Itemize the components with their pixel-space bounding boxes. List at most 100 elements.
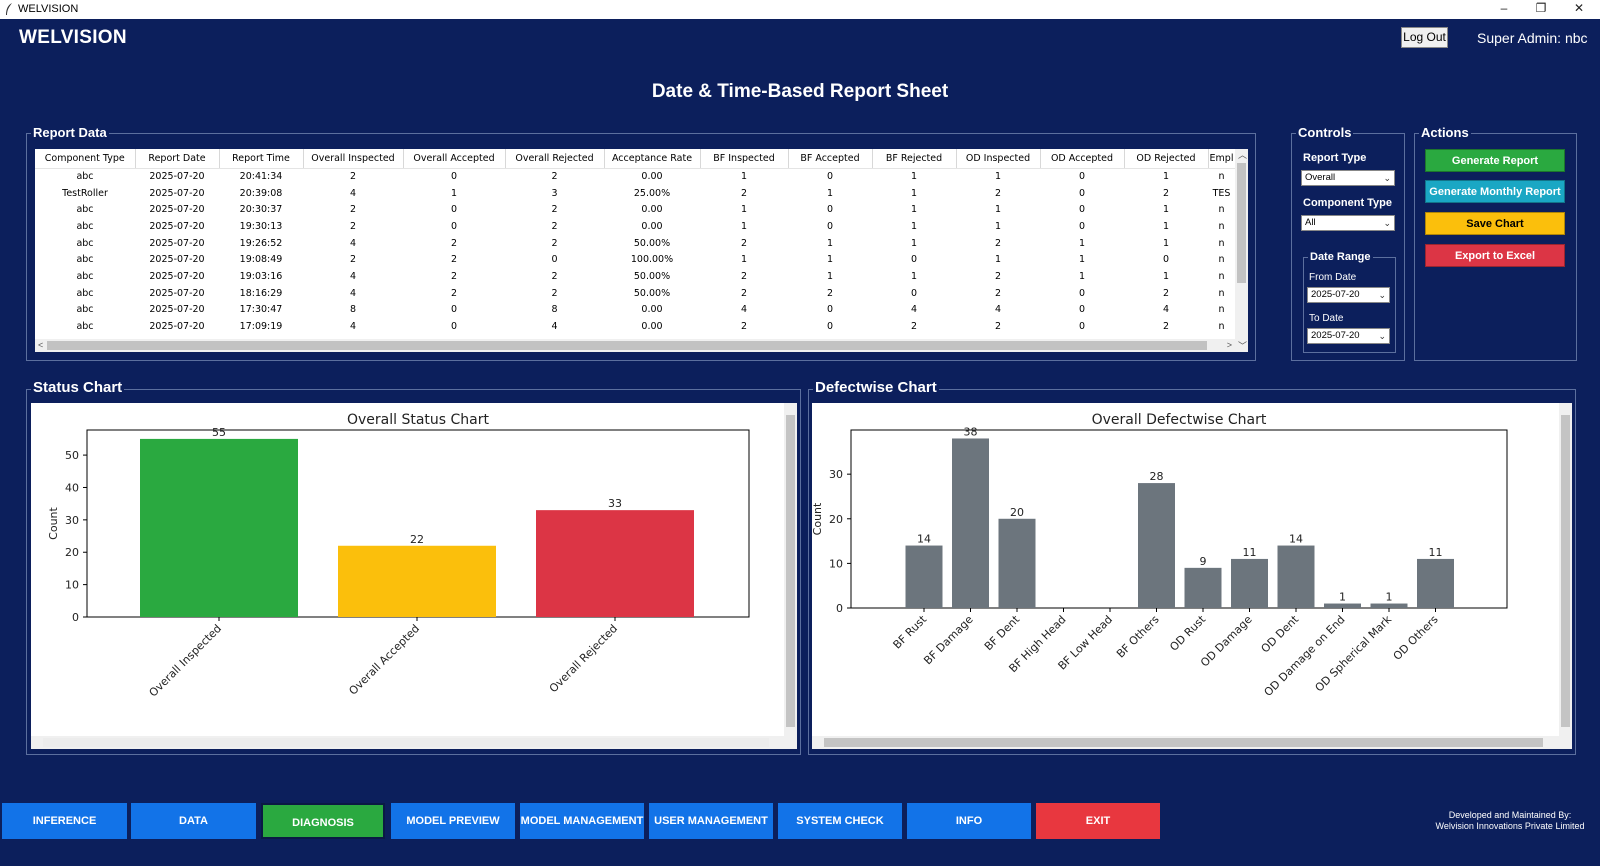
table-cell: 2025-07-20 [149, 237, 205, 249]
nav-button-model-management[interactable]: MODEL MANAGEMENT [520, 803, 644, 839]
generate-monthly-report-button[interactable]: Generate Monthly Report [1425, 180, 1565, 203]
column-header[interactable]: Component Type [35, 149, 136, 169]
table-cell: n [1218, 254, 1225, 266]
table-cell: 1 [740, 204, 748, 216]
x-tick-label: Overall Inspected [147, 622, 225, 700]
table-cell: 2025-07-20 [149, 270, 205, 282]
column-header[interactable]: Overall Rejected [505, 149, 605, 169]
table-cell: abc [76, 304, 94, 316]
logout-button[interactable]: Log Out [1401, 27, 1448, 48]
component-type-label: Component Type [1303, 197, 1393, 209]
column-header[interactable]: OD Inspected [956, 149, 1041, 169]
bar-data-label: 14 [1289, 533, 1303, 546]
nav-button-inference[interactable]: INFERENCE [2, 803, 127, 839]
table-cell: 0 [450, 171, 458, 183]
table-row[interactable]: abc 2025-07-20 19:26:52 4 2 2 50.00% 2 1 1 2 1 1 n [35, 235, 1235, 252]
y-axis-label: Count [47, 506, 60, 539]
report-table[interactable]: Component Type Report Date Report Time Over… [35, 149, 1248, 352]
scroll-up-icon[interactable]: ︿ [1238, 150, 1247, 160]
nav-button-exit[interactable]: EXIT [1036, 803, 1160, 839]
minimize-icon[interactable]: – [1486, 0, 1522, 19]
table-cell: 19:26:52 [239, 237, 283, 249]
column-header[interactable]: BF Rejected [872, 149, 957, 169]
table-cell: 1 [1162, 237, 1170, 249]
table-cell: 4 [349, 270, 357, 282]
table-row[interactable]: abc 2025-07-20 19:08:49 2 2 0 100.00% 1 1 0 1 1 0 n [35, 251, 1235, 268]
chart-title: Overall Status Chart [347, 412, 490, 428]
table-cell: 2 [450, 287, 458, 299]
restore-icon[interactable]: ❐ [1523, 0, 1559, 19]
table-cell: 0 [1078, 171, 1086, 183]
table-horizontal-scrollbar[interactable]: < > [35, 339, 1235, 352]
table-cell: 0.00 [641, 304, 663, 316]
column-header[interactable]: BF Accepted [788, 149, 873, 169]
table-cell: 1 [994, 254, 1002, 266]
table-cell: 2 [349, 204, 357, 216]
table-vertical-scrollbar[interactable]: ︿ ﹀ [1235, 149, 1248, 352]
column-header[interactable]: Acceptance Rate [604, 149, 701, 169]
table-row[interactable]: abc 2025-07-20 18:16:29 4 2 2 50.00% 2 2 0 2 0 2 n [35, 285, 1235, 302]
x-tick-label: Overall Rejected [547, 622, 620, 695]
column-header[interactable]: Overall Accepted [403, 149, 506, 169]
table-cell: 4 [994, 304, 1002, 316]
table-cell: 1 [740, 254, 748, 266]
table-cell: 0 [1078, 287, 1086, 299]
bar-data-label: 22 [410, 533, 424, 546]
chart-bar [536, 510, 694, 617]
scroll-thumb[interactable] [47, 341, 1207, 350]
column-header[interactable]: Report Date [135, 149, 220, 169]
table-cell: abc [76, 237, 94, 249]
nav-button-info[interactable]: INFO [907, 803, 1031, 839]
table-row[interactable]: abc 2025-07-20 19:03:16 4 2 2 50.00% 2 1 1 2 1 1 n [35, 268, 1235, 285]
scroll-thumb[interactable] [1237, 163, 1246, 283]
nav-button-user-management[interactable]: USER MANAGEMENT [649, 803, 773, 839]
table-row[interactable]: abc 2025-07-20 20:30:37 2 0 2 0.00 1 0 1 1 0 1 n [35, 201, 1235, 218]
table-row[interactable]: TestRoller 2025-07-20 20:39:08 4 1 3 25.00% 2 1 1… [35, 185, 1235, 202]
table-cell: 18:16:29 [239, 287, 283, 299]
close-icon[interactable]: ✕ [1561, 0, 1597, 19]
report-type-select[interactable]: Overall ⌄ [1301, 170, 1395, 186]
from-date-picker[interactable]: 2025-07-20 ⌄ [1307, 287, 1390, 303]
feather-icon [6, 3, 12, 15]
x-tick-label: Overall Accepted [346, 622, 422, 698]
table-cell: 17:09:19 [239, 321, 283, 333]
generate-report-button[interactable]: Generate Report [1425, 149, 1565, 172]
column-header[interactable]: Report Time [219, 149, 304, 169]
table-cell: 2 [349, 171, 357, 183]
component-type-select[interactable]: All ⌄ [1301, 215, 1395, 231]
table-cell: 2 [450, 237, 458, 249]
scroll-right-icon[interactable]: > [1227, 340, 1232, 350]
table-row[interactable]: abc 2025-07-20 20:41:34 2 0 2 0.00 1 0 1 1 0 1 n [35, 168, 1235, 185]
to-date-picker[interactable]: 2025-07-20 ⌄ [1307, 328, 1390, 344]
nav-button-system-check[interactable]: SYSTEM CHECK [778, 803, 902, 839]
table-row[interactable]: abc 2025-07-20 17:30:47 8 0 8 0.00 4 0 4 4 0 4 n [35, 302, 1235, 319]
table-cell: 2 [910, 321, 918, 333]
column-header[interactable]: BF Inspected [700, 149, 789, 169]
table-cell: 4 [551, 321, 558, 333]
column-header[interactable]: Overall Inspected [303, 149, 404, 169]
table-cell: 2 [551, 220, 558, 232]
column-header[interactable]: OD Accepted [1040, 149, 1125, 169]
export-excel-button[interactable]: Export to Excel [1425, 244, 1565, 267]
table-cell: n [1218, 321, 1225, 333]
table-cell: 0 [450, 220, 458, 232]
nav-button-model-preview[interactable]: MODEL PREVIEW [391, 803, 515, 839]
table-cell: 1 [826, 187, 834, 199]
table-row[interactable]: abc 2025-07-20 17:09:19 4 0 4 0.00 2 0 2 2 0 2 n [35, 318, 1235, 335]
nav-button-diagnosis[interactable]: DIAGNOSIS [261, 803, 385, 839]
scroll-left-icon[interactable]: < [38, 340, 43, 350]
table-row[interactable]: abc 2025-07-20 19:30:13 2 0 2 0.00 1 0 1 1 0 1 n [35, 218, 1235, 235]
column-header[interactable]: OD Rejected [1124, 149, 1209, 169]
column-header[interactable]: Empl [1208, 149, 1236, 169]
defectwise-chart-label: Defectwise Chart [813, 379, 939, 396]
table-cell: 50.00% [633, 287, 671, 299]
table-cell: 19:08:49 [239, 254, 283, 266]
scroll-down-icon[interactable]: ﹀ [1238, 341, 1247, 351]
table-cell: 1 [910, 204, 918, 216]
table-cell: abc [76, 254, 94, 266]
table-cell: 2 [551, 287, 558, 299]
save-chart-button[interactable]: Save Chart [1425, 212, 1565, 235]
nav-button-data[interactable]: DATA [131, 803, 256, 839]
y-tick-label: 30 [829, 468, 843, 481]
footer-credit: Developed and Maintained By: Welvision I… [1430, 810, 1590, 832]
